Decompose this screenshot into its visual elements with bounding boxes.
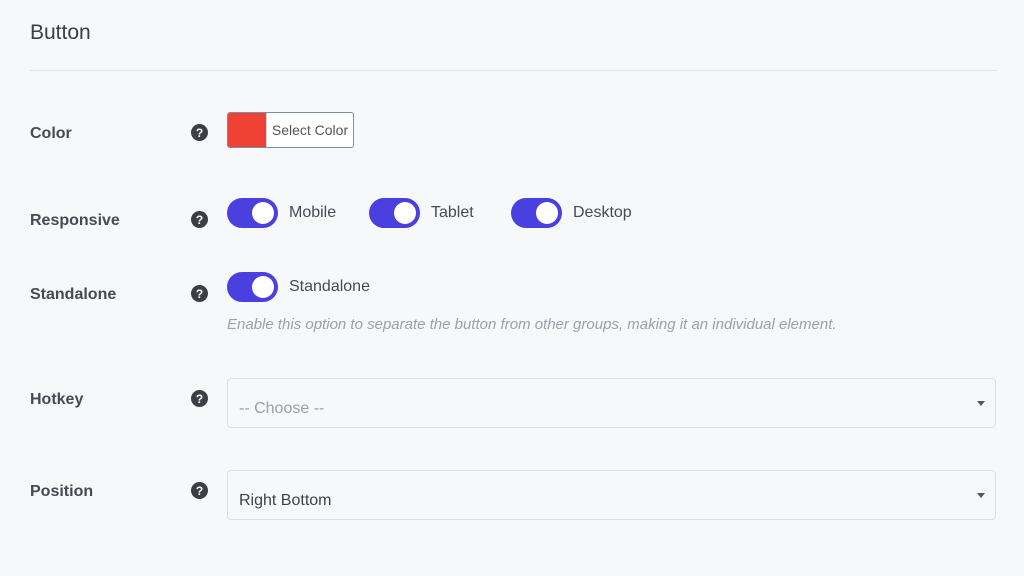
color-label: Color xyxy=(30,125,72,142)
position-label: Position xyxy=(30,483,94,500)
help-icon[interactable]: ? xyxy=(191,124,208,141)
chevron-down-icon xyxy=(977,492,985,498)
toggle-standalone[interactable]: Standalone xyxy=(227,272,370,302)
toggle-tablet[interactable]: Tablet xyxy=(369,198,474,228)
position-select[interactable]: Right Bottom xyxy=(227,470,996,520)
help-icon[interactable]: ? xyxy=(191,390,208,407)
standalone-label: Standalone xyxy=(30,286,117,303)
toggle-knob xyxy=(252,276,274,298)
hotkey-select-value: -- Choose -- xyxy=(239,400,325,417)
chevron-down-icon xyxy=(977,400,985,406)
toggle-switch[interactable] xyxy=(369,198,420,228)
toggle-knob xyxy=(252,202,274,224)
toggle-desktop[interactable]: Desktop xyxy=(511,198,632,228)
toggle-switch[interactable] xyxy=(227,272,278,302)
help-icon[interactable]: ? xyxy=(191,211,208,228)
toggle-switch[interactable] xyxy=(227,198,278,228)
toggle-desktop-label: Desktop xyxy=(573,204,632,221)
color-swatch[interactable] xyxy=(228,113,266,147)
standalone-hint: Enable this option to separate the butto… xyxy=(227,316,837,333)
toggle-tablet-label: Tablet xyxy=(431,204,474,221)
hotkey-label: Hotkey xyxy=(30,391,84,408)
toggle-knob xyxy=(394,202,416,224)
section-title: Button xyxy=(30,21,91,44)
toggle-knob xyxy=(536,202,558,224)
toggle-standalone-label: Standalone xyxy=(289,278,370,295)
toggle-mobile[interactable]: Mobile xyxy=(227,198,336,228)
responsive-label: Responsive xyxy=(30,212,120,229)
select-color-button[interactable]: Select Color xyxy=(227,112,354,148)
section-divider xyxy=(30,70,997,71)
help-icon[interactable]: ? xyxy=(191,482,208,499)
toggle-mobile-label: Mobile xyxy=(289,204,337,221)
hotkey-select[interactable]: -- Choose -- xyxy=(227,378,996,428)
help-icon[interactable]: ? xyxy=(191,285,208,302)
select-color-label: Select Color xyxy=(266,113,353,147)
position-select-value: Right Bottom xyxy=(239,492,332,509)
toggle-switch[interactable] xyxy=(511,198,562,228)
